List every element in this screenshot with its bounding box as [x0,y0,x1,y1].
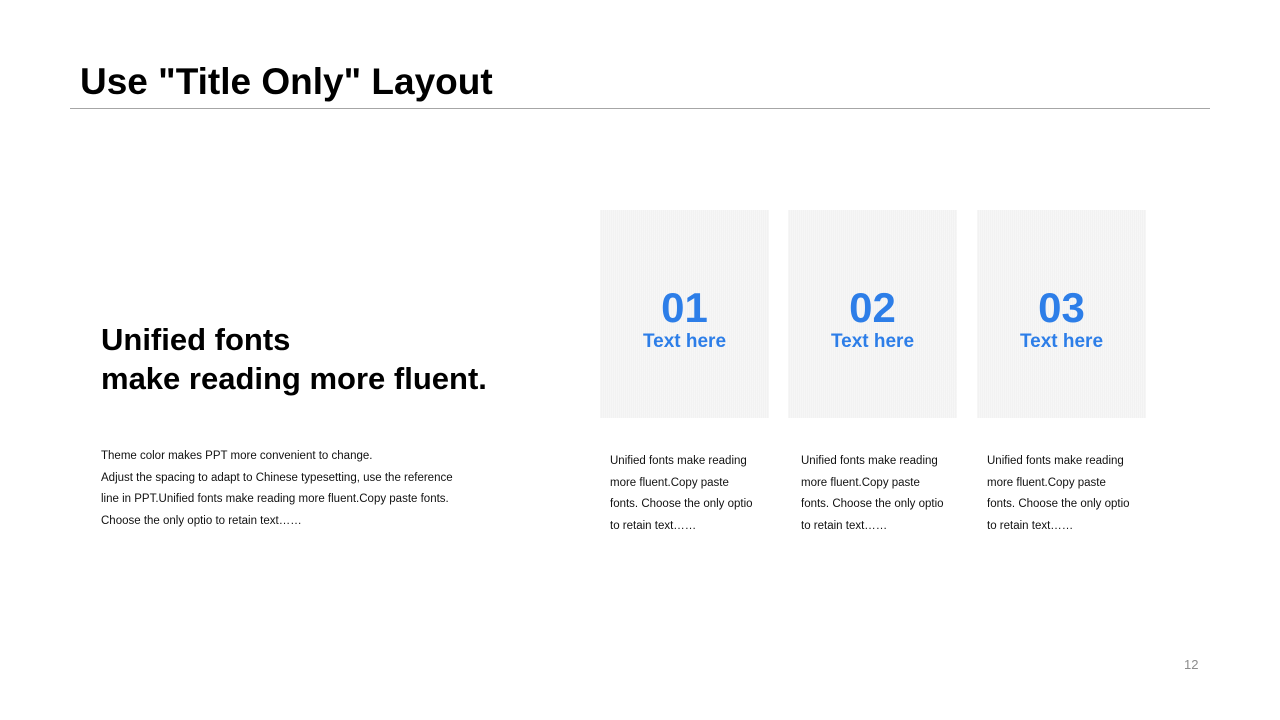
feature-card-1: 01 Text here [600,210,769,418]
card-desc-line: more fluent.Copy paste [801,476,920,489]
slide: Use "Title Only" Layout Unified fonts ma… [0,0,1280,720]
body-line: Theme color makes PPT more convenient to… [101,450,373,462]
body-paragraph: Theme color makes PPT more convenient to… [101,446,501,533]
card-label: Text here [1019,331,1104,352]
card-desc-line: more fluent.Copy paste [610,476,729,489]
title-divider [70,108,1210,109]
feature-card-2: 02 Text here [788,210,957,418]
card-desc-line: Unified fonts make reading [610,455,747,467]
card-number: 02 [849,284,896,331]
card-desc-line: to retain text…… [801,520,888,533]
headline-line-1: Unified fonts [101,322,291,357]
headline-line-2: make reading more fluent. [101,361,487,396]
card-desc-line: fonts. Choose the only optio [801,498,944,511]
body-line: line in PPT.Unified fonts make reading m… [101,493,449,506]
card-label: Text here [830,331,915,352]
card-desc-line: fonts. Choose the only optio [987,498,1130,511]
card-desc-line: fonts. Choose the only optio [610,498,753,511]
card-number: 01 [661,284,708,331]
page-number: 12 [1184,657,1199,672]
card-description-1: Unified fonts make reading more fluent.C… [610,451,770,538]
card-desc-line: to retain text…… [987,520,1074,533]
card-description-2: Unified fonts make reading more fluent.C… [801,451,961,538]
body-line: Adjust the spacing to adapt to Chinese t… [101,471,453,484]
card-label: Text here [642,331,727,352]
card-desc-line: Unified fonts make reading [987,455,1124,467]
card-description-3: Unified fonts make reading more fluent.C… [987,451,1147,538]
card-desc-line: to retain text…… [610,520,697,533]
feature-card-3: 03 Text here [977,210,1146,418]
headline: Unified fonts make reading more fluent. [101,320,487,398]
card-number: 03 [1038,284,1085,331]
body-line: Choose the only optio to retain text…… [101,515,302,528]
card-desc-line: more fluent.Copy paste [987,476,1106,489]
card-desc-line: Unified fonts make reading [801,455,938,467]
slide-title: Use "Title Only" Layout [80,61,493,102]
